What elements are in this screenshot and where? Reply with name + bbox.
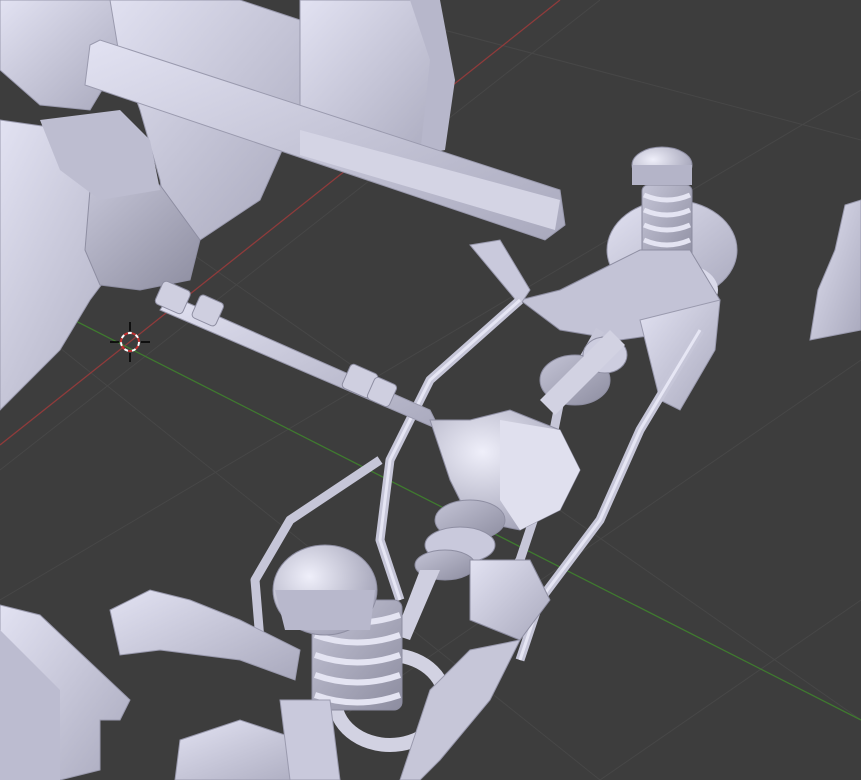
drive-shaft-mesh[interactable] [154, 280, 442, 431]
body-panel-mesh[interactable] [809, 199, 861, 341]
viewport-canvas[interactable] [0, 0, 861, 780]
side-rail-mesh[interactable] [0, 604, 131, 780]
seats-mesh[interactable] [0, 0, 455, 411]
3d-viewport[interactable] [0, 0, 861, 780]
rear-suspension-mesh[interactable] [109, 544, 521, 780]
differential-mesh[interactable] [429, 330, 628, 531]
